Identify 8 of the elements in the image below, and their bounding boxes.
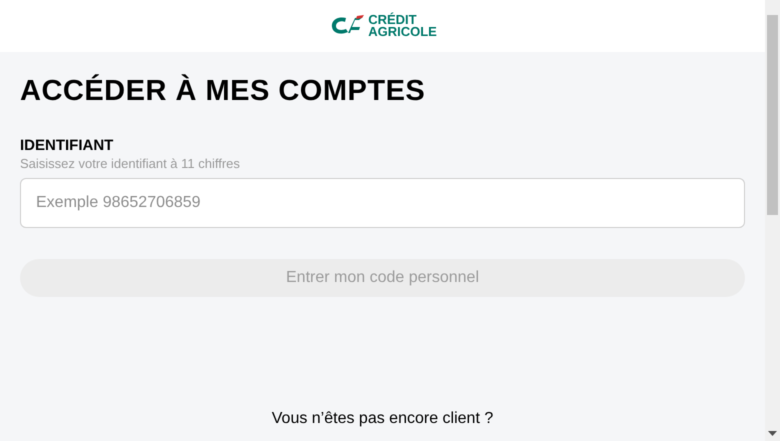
scrollbar[interactable] (765, 0, 780, 441)
not-client-text: Vous n’êtes pas encore client ? (272, 409, 494, 429)
logo-text: CRÉDIT AGRICOLE (368, 14, 437, 38)
scroll-down-arrow-icon[interactable] (768, 431, 777, 437)
field-hint: Saisissez votre identifiant à 11 chiffres (20, 156, 241, 172)
field-label: IDENTIFIANT (20, 137, 114, 155)
identifier-field[interactable]: Exemple 98652706859 (20, 178, 745, 228)
page-title: ACCÉDER À MES COMPTES (20, 74, 426, 108)
